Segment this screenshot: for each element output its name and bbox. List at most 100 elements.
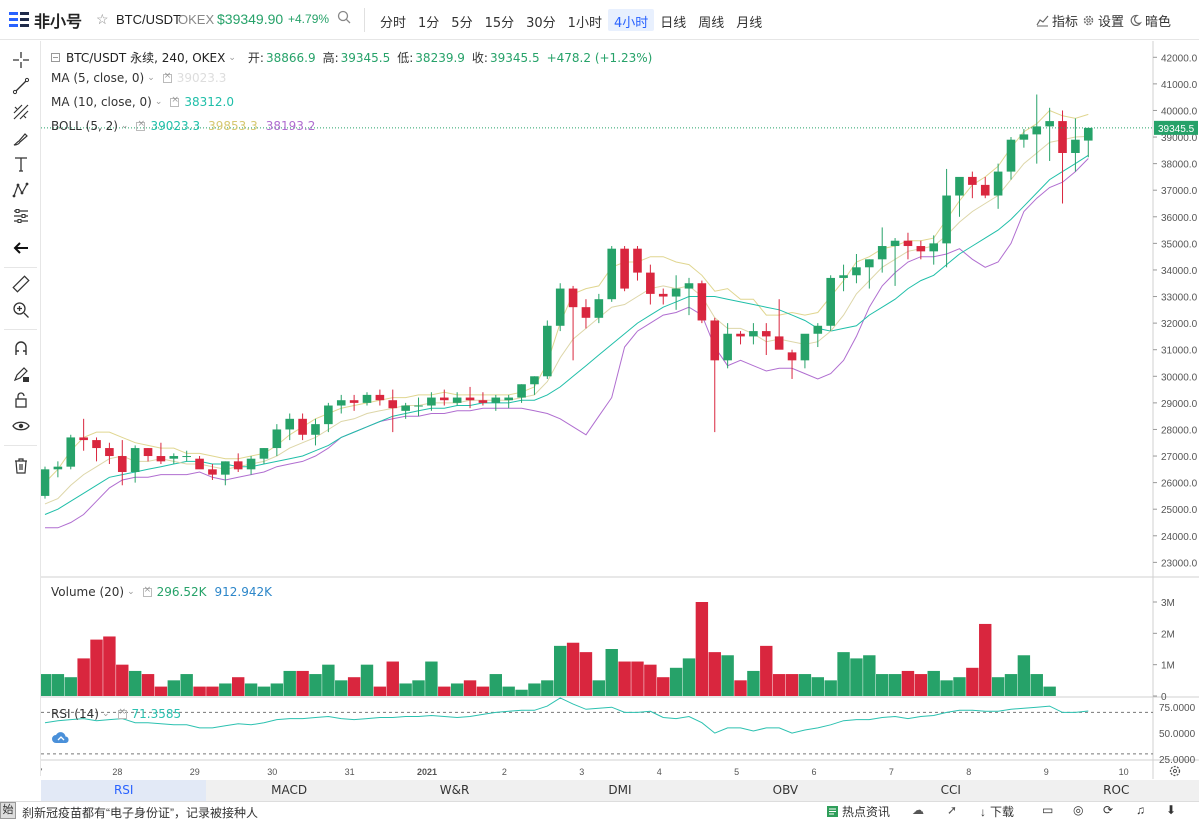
browser-icon[interactable]: ◎ bbox=[1073, 803, 1083, 817]
visibility-tool[interactable] bbox=[10, 415, 32, 437]
tab-macd[interactable]: MACD bbox=[206, 780, 371, 801]
search-icon[interactable] bbox=[337, 10, 351, 24]
time-axis-label: 2 bbox=[502, 767, 507, 777]
candle-body bbox=[208, 469, 217, 475]
crosshair-tool[interactable] bbox=[10, 49, 32, 71]
volume-bar bbox=[966, 667, 979, 696]
zoom-in-icon bbox=[13, 302, 29, 318]
tab-obv[interactable]: OBV bbox=[703, 780, 868, 801]
ma5-label[interactable]: MA (5, close, 0) bbox=[51, 71, 144, 85]
tab-roc[interactable]: ROC bbox=[1034, 780, 1199, 801]
tab-dmi[interactable]: DMI bbox=[537, 780, 702, 801]
close-icon[interactable] bbox=[170, 95, 180, 107]
download-button[interactable]: ↓ 下载 bbox=[980, 803, 1014, 820]
chevron-down-icon[interactable]: ⌄ bbox=[147, 73, 155, 83]
fib-tool[interactable] bbox=[10, 101, 32, 123]
chart-canvas[interactable]: 42000.041000.040000.039000.038000.037000… bbox=[41, 41, 1199, 780]
price-tick-label: 38000.0 bbox=[1161, 160, 1198, 171]
delete-tool[interactable] bbox=[10, 455, 32, 477]
chevron-down-icon[interactable]: ⌄ bbox=[155, 97, 163, 107]
news-ticker[interactable]: 刹新冠疫苗都有“电子身份证”，记录被接种人 bbox=[22, 804, 258, 821]
text-tool[interactable] bbox=[10, 153, 32, 175]
interval-1[interactable]: 1分 bbox=[412, 9, 445, 31]
back-button[interactable] bbox=[10, 237, 32, 259]
sync-icon[interactable]: ⟳ bbox=[1103, 803, 1113, 817]
prediction-tool[interactable] bbox=[10, 205, 32, 227]
interval-0[interactable]: 分时 bbox=[374, 9, 412, 31]
candle-body bbox=[375, 394, 385, 401]
measure-tool[interactable] bbox=[10, 273, 32, 295]
volume-bar bbox=[232, 677, 245, 696]
hot-news-button[interactable]: 热点资讯 bbox=[826, 803, 890, 820]
boll-legend[interactable]: BOLL (5, 2)⌄ 39023.3 39853.3 38193.2 bbox=[51, 119, 315, 134]
lock-tool[interactable] bbox=[10, 389, 32, 411]
volume-legend[interactable]: Volume (20)⌄ 296.52K 912.942K bbox=[51, 585, 272, 600]
rsi-label[interactable]: RSI (14) bbox=[51, 707, 99, 721]
draw-mode-tool[interactable] bbox=[10, 363, 32, 385]
tab-rsi[interactable]: RSI bbox=[41, 780, 207, 801]
candle-body bbox=[143, 448, 153, 457]
crosshair-icon bbox=[13, 52, 29, 68]
volume-bar bbox=[399, 683, 412, 696]
brush-tool[interactable] bbox=[10, 127, 32, 149]
indicators-button[interactable]: 指标 bbox=[1036, 11, 1078, 30]
chevron-down-icon[interactable]: ⌄ bbox=[228, 53, 236, 63]
chevron-down-icon[interactable]: ⌄ bbox=[121, 121, 129, 131]
start-button[interactable]: 始 bbox=[0, 802, 16, 819]
send-icon[interactable]: ➚ bbox=[947, 803, 957, 817]
trendline-tool[interactable] bbox=[10, 75, 32, 97]
exchange-name: OKEX bbox=[178, 12, 215, 27]
settings-button[interactable]: 设置 bbox=[1082, 11, 1124, 30]
chevron-down-icon[interactable]: ⌄ bbox=[102, 709, 110, 719]
last-price-label: 39345.5 bbox=[1158, 124, 1195, 135]
close-icon[interactable] bbox=[117, 707, 127, 719]
volume-bar bbox=[657, 677, 670, 696]
main-legend-title[interactable]: BTC/USDT 永续, 240, OKEX bbox=[66, 49, 225, 66]
rsi-legend[interactable]: RSI (14)⌄ 71.3585 bbox=[51, 707, 181, 722]
close-icon[interactable] bbox=[162, 71, 172, 83]
tab-wr[interactable]: W&R bbox=[372, 780, 537, 801]
favorite-star-icon[interactable]: ☆ bbox=[96, 11, 109, 28]
pattern-tool[interactable] bbox=[10, 179, 32, 201]
candle-body bbox=[736, 333, 745, 337]
weather-icon[interactable]: ☁ bbox=[912, 803, 924, 817]
collapse-icon[interactable] bbox=[51, 53, 60, 62]
volume-label[interactable]: Volume (20) bbox=[51, 585, 124, 599]
close-icon[interactable] bbox=[136, 119, 146, 131]
interval-8[interactable]: 周线 bbox=[692, 9, 730, 31]
monitor-icon[interactable]: ▭ bbox=[1042, 803, 1053, 817]
boll-label[interactable]: BOLL (5, 2) bbox=[51, 119, 118, 133]
chevron-down-icon[interactable]: ⌄ bbox=[127, 587, 135, 597]
interval-4[interactable]: 30分 bbox=[520, 9, 562, 31]
magnet-tool[interactable] bbox=[10, 337, 32, 359]
sliders-icon bbox=[14, 209, 28, 223]
close-icon[interactable] bbox=[142, 585, 152, 597]
axis-settings-icon[interactable] bbox=[1169, 765, 1181, 777]
interval-6[interactable]: 4小时 bbox=[607, 9, 655, 31]
ma10-label[interactable]: MA (10, close, 0) bbox=[51, 95, 152, 109]
volume-icon[interactable]: ♫ bbox=[1136, 803, 1145, 817]
ma5-legend[interactable]: MA (5, close, 0)⌄ 39023.3 bbox=[51, 71, 226, 86]
candle-body bbox=[671, 288, 681, 297]
cloud-sync-icon[interactable] bbox=[51, 731, 71, 745]
volume-bar bbox=[760, 645, 773, 696]
candle-body bbox=[787, 352, 797, 361]
boll-mid-value: 39023.3 bbox=[150, 119, 201, 133]
interval-2[interactable]: 5分 bbox=[445, 9, 478, 31]
logo[interactable]: 非小号 bbox=[8, 10, 82, 31]
zoom-tool[interactable] bbox=[10, 299, 32, 321]
interval-5[interactable]: 1小时 bbox=[562, 9, 608, 31]
theme-toggle-button[interactable]: 暗色 bbox=[1129, 11, 1171, 30]
boll-lower-line bbox=[45, 158, 1089, 529]
candle-body bbox=[594, 299, 604, 318]
volume-bar bbox=[566, 642, 580, 696]
symbol-name[interactable]: BTC/USDT bbox=[116, 12, 181, 27]
tab-cci[interactable]: CCI bbox=[868, 780, 1033, 801]
network-icon[interactable]: ⬇ bbox=[1166, 803, 1176, 817]
volume-bar bbox=[270, 683, 284, 696]
interval-3[interactable]: 15分 bbox=[479, 9, 521, 31]
interval-7[interactable]: 日线 bbox=[654, 9, 692, 31]
interval-9[interactable]: 月线 bbox=[730, 9, 768, 31]
ma10-legend[interactable]: MA (10, close, 0)⌄ 38312.0 bbox=[51, 95, 234, 110]
candle-body bbox=[839, 275, 848, 278]
